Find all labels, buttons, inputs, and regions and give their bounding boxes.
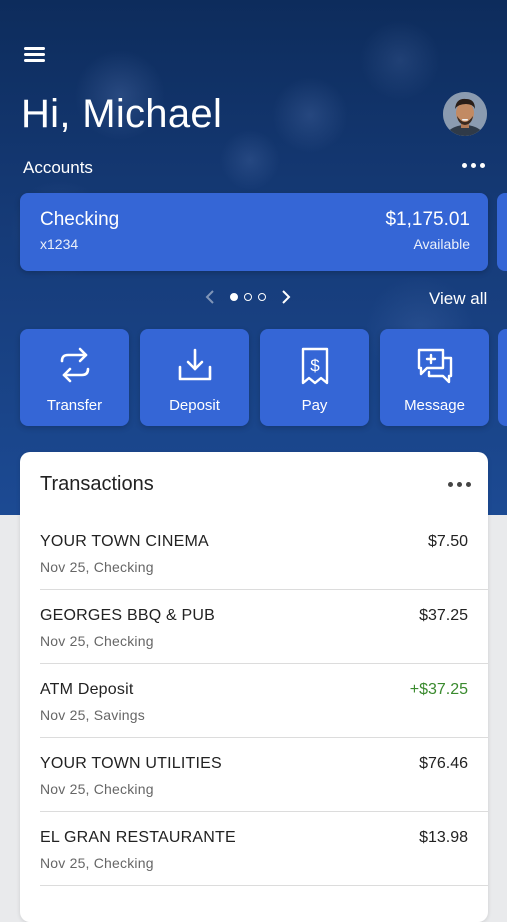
next-account-card-peek[interactable] (497, 193, 507, 271)
transfer-label: Transfer (46, 397, 103, 414)
accounts-more-icon[interactable] (462, 156, 490, 174)
transaction-description: EL GRAN RESTAURANTE (40, 829, 236, 846)
message-button[interactable]: Message (380, 329, 489, 426)
pager-dot-active (230, 293, 238, 301)
transaction-row[interactable]: YOUR TOWN UTILITIES Nov 25, Checking $76… (40, 738, 488, 812)
account-balance: $1,175.01 (385, 209, 470, 230)
pager-dots (230, 293, 266, 301)
transaction-amount: $13.98 (419, 829, 468, 846)
account-balance-label: Available (413, 236, 470, 252)
transactions-list: YOUR TOWN CINEMA Nov 25, Checking $7.50 … (20, 516, 488, 886)
transaction-amount: $76.46 (419, 755, 468, 772)
chevron-right-icon[interactable] (276, 286, 296, 308)
account-name: Checking (40, 209, 120, 230)
next-action-peek[interactable] (498, 329, 507, 426)
transactions-more-icon[interactable] (448, 474, 474, 494)
transaction-meta: Nov 25, Checking (40, 855, 154, 871)
pager-dot (258, 293, 266, 301)
transaction-amount: $7.50 (427, 533, 468, 550)
chevron-left-icon[interactable] (200, 286, 220, 308)
pager-dot (244, 293, 252, 301)
message-label: Message (404, 397, 465, 414)
transaction-description: YOUR TOWN CINEMA (40, 533, 209, 550)
account-pager (200, 286, 296, 308)
view-all-link[interactable]: View all (429, 289, 487, 309)
account-number: x1234 (40, 236, 79, 252)
transactions-title: Transactions (40, 473, 154, 495)
transactions-card: Transactions YOUR TOWN CINEMA Nov 25, Ch… (20, 452, 488, 922)
transaction-meta: Nov 25, Checking (40, 559, 154, 575)
transaction-meta: Nov 25, Checking (40, 781, 154, 797)
transaction-meta: Nov 25, Checking (40, 633, 154, 649)
transfer-button[interactable]: Transfer (20, 329, 129, 426)
account-card-checking[interactable]: Checking x1234 $1,175.01 Available (20, 193, 488, 271)
transaction-description: YOUR TOWN UTILITIES (40, 755, 222, 772)
deposit-button[interactable]: Deposit (140, 329, 249, 426)
transaction-amount: +$37.25 (409, 681, 468, 698)
deposit-icon (140, 347, 249, 387)
greeting-title: Hi, Michael (21, 92, 223, 136)
avatar[interactable] (443, 92, 487, 136)
menu-icon[interactable] (24, 45, 46, 63)
svg-text:$: $ (310, 356, 320, 375)
transaction-amount: $37.25 (419, 607, 468, 624)
transfer-icon (20, 347, 129, 387)
transaction-meta: Nov 25, Savings (40, 707, 145, 723)
transaction-row[interactable]: EL GRAN RESTAURANTE Nov 25, Checking $13… (40, 812, 488, 886)
pay-button[interactable]: $ Pay (260, 329, 369, 426)
transaction-row[interactable]: YOUR TOWN CINEMA Nov 25, Checking $7.50 (40, 516, 488, 590)
accounts-label: Accounts (23, 158, 93, 177)
transaction-row[interactable]: GEORGES BBQ & PUB Nov 25, Checking $37.2… (40, 590, 488, 664)
transaction-row[interactable]: ATM Deposit Nov 25, Savings +$37.25 (40, 664, 488, 738)
pay-label: Pay (301, 397, 328, 414)
deposit-label: Deposit (169, 397, 220, 414)
transaction-description: GEORGES BBQ & PUB (40, 607, 216, 624)
pay-icon: $ (260, 347, 369, 387)
transaction-description: ATM Deposit (40, 681, 134, 698)
message-icon (380, 347, 489, 387)
header-background: Hi, Michael Accounts Checking x1234 $1,1… (0, 0, 507, 515)
